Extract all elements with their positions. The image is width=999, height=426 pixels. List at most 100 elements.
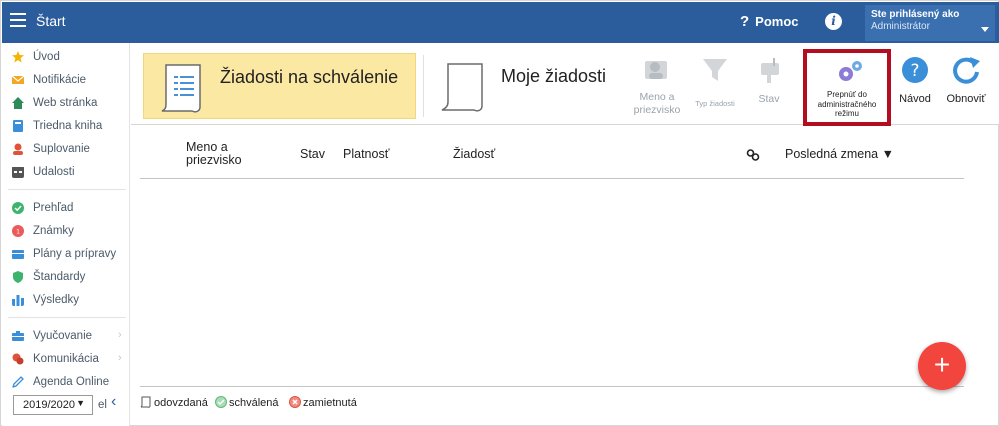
document-outline-icon xyxy=(140,396,151,408)
info-icon[interactable]: i xyxy=(825,13,842,30)
help-button[interactable]: ? Pomoc xyxy=(740,13,799,30)
legend-sent: odovzdaná xyxy=(140,396,208,409)
column-state[interactable]: Stav xyxy=(300,148,325,161)
caret-down-icon: ▼ xyxy=(76,398,85,408)
filter-state-label: Stav xyxy=(758,93,780,105)
filter-type-button[interactable]: Typ žiadosti xyxy=(689,55,741,109)
column-request[interactable]: Žiadosť xyxy=(453,148,495,161)
gears-icon xyxy=(839,61,862,81)
user-label: Ste prihlásený ako xyxy=(871,9,960,20)
filter-name-button[interactable]: Meno a priezvisko xyxy=(627,55,687,116)
sidebar-item-label: Udalosti xyxy=(33,166,75,178)
refresh-button[interactable]: Obnoviť xyxy=(941,55,991,105)
app-title[interactable]: Štart xyxy=(36,13,66,29)
filter-name-label-2: priezvisko xyxy=(633,104,681,116)
sidebar-item-label: Komunikácia xyxy=(33,353,99,365)
add-request-button[interactable]: + xyxy=(918,342,966,390)
x-circle-icon xyxy=(289,396,301,408)
sidebar-item-label: Štandardy xyxy=(33,271,86,283)
refresh-label: Obnoviť xyxy=(946,93,986,105)
school-year-value: 2019/2020 xyxy=(23,399,75,411)
admin-label-line-1: Prepnúť do xyxy=(827,90,867,99)
sidebar-item-plany[interactable]: Plány a prípravy xyxy=(2,244,130,266)
tab-pending-label: Žiadosti na schválenie xyxy=(220,67,399,87)
sidebar-item-triedna-kniha[interactable]: Triedna kniha xyxy=(2,116,130,138)
chevron-left-icon[interactable]: ‹ xyxy=(111,393,116,411)
sidebar-item-label: Agenda Online xyxy=(33,376,110,388)
sidebar: Úvod Notifikácie Web stránka Triedna kni… xyxy=(2,43,130,426)
sidebar-item-vyucovanie[interactable]: Vyučovanie › xyxy=(2,326,130,348)
column-name[interactable]: Meno a priezvisko xyxy=(186,141,242,167)
sidebar-item-uvod[interactable]: Úvod xyxy=(2,47,130,69)
document-blank-icon xyxy=(441,63,483,112)
user-menu[interactable]: Ste prihlásený ako Administrátor xyxy=(865,5,995,41)
sidebar-item-label: Výsledky xyxy=(33,294,80,306)
tab-my-requests[interactable]: Moje žiadosti xyxy=(429,53,619,119)
check-circle-icon xyxy=(12,202,24,214)
briefcase-icon xyxy=(12,331,24,341)
link-icon[interactable] xyxy=(746,148,760,162)
sidebar-item-label: Suplovanie xyxy=(33,143,90,155)
column-validity[interactable]: Platnosť xyxy=(343,148,389,161)
star-icon xyxy=(12,51,24,63)
sidebar-item-udalosti[interactable]: Udalosti xyxy=(2,162,130,184)
question-icon: ? xyxy=(740,13,750,30)
legend-rejected-label: zamietnutá xyxy=(303,397,357,409)
sidebar-item-label: Prehľad xyxy=(33,202,74,214)
person-card-icon xyxy=(645,61,667,79)
mailbox-icon xyxy=(761,58,779,83)
envelope-icon xyxy=(12,75,24,84)
sidebar-item-label: Známky xyxy=(33,225,74,237)
guide-button[interactable]: ? Návod xyxy=(893,55,937,105)
school-year-select[interactable]: 2019/2020 ▼ xyxy=(13,395,93,415)
svg-text:?: ? xyxy=(910,61,919,81)
refresh-icon xyxy=(953,57,980,84)
sidebar-item-label: Triedna kniha xyxy=(33,120,103,132)
document-list-icon xyxy=(161,64,201,113)
sidebar-item-web-stranka[interactable]: Web stránka xyxy=(2,93,130,115)
legend-approved: schválená xyxy=(215,396,279,409)
sidebar-item-prehlad[interactable]: Prehľad xyxy=(2,198,130,220)
sidebar-item-agenda-online[interactable]: Agenda Online xyxy=(2,372,130,394)
top-bar: Štart ? Pomoc i Ste prihlásený ako Admini… xyxy=(2,2,999,43)
book-icon xyxy=(13,120,23,132)
menu-icon[interactable] xyxy=(10,13,26,27)
filter-name-label-1: Meno a xyxy=(639,91,675,103)
toolbar: Žiadosti na schválenie Moje žiadosti Men… xyxy=(131,43,999,126)
sidebar-item-standardy[interactable]: Štandardy xyxy=(2,267,130,289)
table-footer-divider xyxy=(140,386,964,387)
filter-type-label: Typ žiadosti xyxy=(695,99,735,108)
sidebar-item-label: Úvod xyxy=(33,51,60,63)
grade-icon: 1 xyxy=(12,225,24,237)
user-role: Administrátor xyxy=(871,21,930,32)
check-circle-icon xyxy=(215,396,227,408)
column-last-change[interactable]: Posledná zmena ▼ xyxy=(785,148,894,161)
sidebar-item-suplovanie[interactable]: Suplovanie xyxy=(2,139,130,161)
legend-sent-label: odovzdaná xyxy=(154,397,208,409)
home-icon xyxy=(12,97,24,109)
sidebar-item-komunikacia[interactable]: Komunikácia › xyxy=(2,349,130,371)
sidebar-item-label: Web stránka xyxy=(33,97,98,109)
tab-pending-requests[interactable]: Žiadosti na schválenie xyxy=(143,53,416,119)
chevron-right-icon: › xyxy=(118,329,122,341)
help-label: Pomoc xyxy=(755,14,799,29)
help-circle-icon: ? xyxy=(902,57,928,83)
caret-down-icon xyxy=(981,27,989,32)
sidebar-item-notifikacie[interactable]: Notifikácie xyxy=(2,70,130,92)
guide-label: Návod xyxy=(899,93,931,105)
pen-icon xyxy=(12,376,24,388)
switch-admin-mode-label: Prepnúť do administračného režimu xyxy=(809,90,885,119)
shield-icon xyxy=(13,271,23,283)
chat-icon xyxy=(12,353,24,365)
legend-rejected: zamietnutá xyxy=(289,396,357,409)
sidebar-item-vysledky[interactable]: Výsledky xyxy=(2,290,130,312)
filter-state-button[interactable]: Stav xyxy=(747,55,791,105)
sidebar-item-label: Vyučovanie xyxy=(33,330,93,342)
sidebar-divider xyxy=(8,317,126,318)
svg-text:1: 1 xyxy=(16,229,20,236)
sidebar-item-znamky[interactable]: 1 Známky xyxy=(2,221,130,243)
switch-admin-mode-button[interactable]: Prepnúť do administračného režimu xyxy=(803,49,891,126)
chevron-right-icon: › xyxy=(118,352,122,364)
toolbar-divider xyxy=(423,55,424,117)
admin-label-line-2: administračného xyxy=(817,99,877,109)
